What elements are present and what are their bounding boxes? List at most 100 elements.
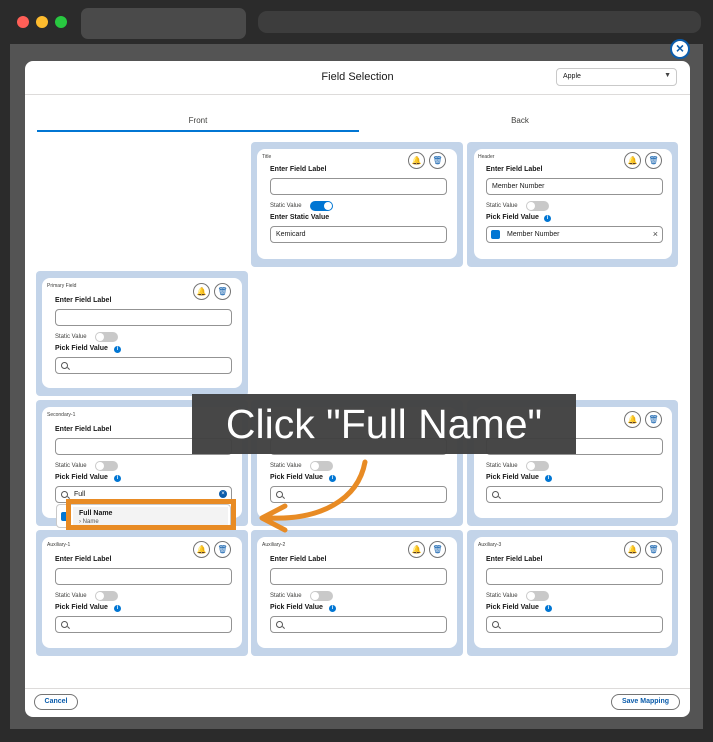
card-name: Auxiliary-3 xyxy=(478,542,502,548)
static-value-toggle[interactable] xyxy=(526,461,549,471)
auxiliary3-slot: Auxiliary-3 🔔 🗑 Enter Field Label Static… xyxy=(467,530,678,656)
title-card: Title 🔔 🗑 Enter Field Label Static Value… xyxy=(257,149,457,259)
static-value-toggle[interactable] xyxy=(310,461,333,471)
pick-field-heading: Pick Field Value xyxy=(55,604,108,611)
notify-button[interactable]: 🔔 xyxy=(193,541,210,558)
notify-button[interactable]: 🔔 xyxy=(624,152,641,169)
browser-titlebar xyxy=(0,0,713,44)
trash-icon: 🗑 xyxy=(648,415,659,424)
header-slot: Header 🔔 🗑 Enter Field Label Member Numb… xyxy=(467,142,678,267)
info-icon[interactable]: i xyxy=(114,475,121,482)
static-value-input[interactable]: Kemicard xyxy=(270,226,447,243)
field-label-heading: Enter Field Label xyxy=(55,426,112,433)
auxiliary2-slot: Auxiliary-2 🔔 🗑 Enter Field Label Static… xyxy=(251,530,463,656)
delete-button[interactable]: 🗑 xyxy=(645,152,662,169)
pick-field-search[interactable] xyxy=(270,616,447,633)
pick-field-search[interactable] xyxy=(55,357,232,374)
static-value-label: Static Value xyxy=(55,593,87,599)
platform-select-value: Apple xyxy=(563,73,581,80)
pick-field-search[interactable] xyxy=(486,486,663,503)
static-value-toggle[interactable] xyxy=(310,201,333,211)
notify-button[interactable]: 🔔 xyxy=(624,541,641,558)
static-value-toggle[interactable] xyxy=(526,591,549,601)
search-icon xyxy=(276,621,283,628)
trash-icon: 🗑 xyxy=(217,545,228,554)
card-name: Header xyxy=(478,154,495,160)
cancel-button[interactable]: Cancel xyxy=(34,694,78,710)
field-label-input[interactable] xyxy=(55,309,232,326)
info-icon[interactable]: i xyxy=(114,346,121,353)
info-icon[interactable]: i xyxy=(329,605,336,612)
static-value-toggle[interactable] xyxy=(526,201,549,211)
pick-field-heading: Pick Field Value xyxy=(270,474,323,481)
info-icon[interactable]: i xyxy=(329,475,336,482)
modal-header: Field Selection Apple ▼ xyxy=(25,61,690,95)
field-label-input[interactable] xyxy=(270,568,447,585)
tab-back[interactable]: Back xyxy=(359,113,681,132)
pick-field-search[interactable] xyxy=(270,486,447,503)
static-value-toggle[interactable] xyxy=(95,461,118,471)
static-value-toggle[interactable] xyxy=(310,591,333,601)
platform-select[interactable]: Apple ▼ xyxy=(556,68,677,86)
field-label-input[interactable] xyxy=(55,568,232,585)
search-icon xyxy=(492,491,499,498)
field-label-heading: Enter Field Label xyxy=(486,166,543,173)
notify-button[interactable]: 🔔 xyxy=(408,152,425,169)
remove-icon[interactable]: × xyxy=(653,229,658,239)
browser-tab[interactable] xyxy=(81,8,246,39)
address-bar[interactable] xyxy=(258,11,701,33)
static-value-label: Static Value xyxy=(486,203,518,209)
static-value-label: Static Value xyxy=(270,593,302,599)
pick-field-search[interactable] xyxy=(486,616,663,633)
trash-icon: 🗑 xyxy=(648,156,659,165)
info-icon[interactable]: i xyxy=(545,605,552,612)
delete-button[interactable]: 🗑 xyxy=(429,152,446,169)
pick-field-search[interactable] xyxy=(55,616,232,633)
clear-icon[interactable]: × xyxy=(219,490,227,498)
search-icon xyxy=(492,621,499,628)
static-value-toggle[interactable] xyxy=(95,332,118,342)
bell-icon: 🔔 xyxy=(627,156,638,165)
bell-icon: 🔔 xyxy=(196,545,207,554)
card-name: Auxiliary-1 xyxy=(47,542,71,548)
trash-icon: 🗑 xyxy=(648,545,659,554)
trash-icon: 🗑 xyxy=(217,287,228,296)
primary-slot: Primary Field 🔔 🗑 Enter Field Label Stat… xyxy=(36,271,248,396)
minimize-window-dot[interactable] xyxy=(36,16,48,28)
delete-button[interactable]: 🗑 xyxy=(645,541,662,558)
save-mapping-button[interactable]: Save Mapping xyxy=(611,694,680,710)
delete-button[interactable]: 🗑 xyxy=(214,283,231,300)
title-slot: Title 🔔 🗑 Enter Field Label Static Value… xyxy=(251,142,463,267)
field-label-input[interactable] xyxy=(270,178,447,195)
trash-icon: 🗑 xyxy=(432,545,443,554)
tab-front[interactable]: Front xyxy=(37,113,359,132)
highlight-box xyxy=(66,499,236,530)
field-label-input[interactable] xyxy=(486,568,663,585)
auxiliary3-card: Auxiliary-3 🔔 🗑 Enter Field Label Static… xyxy=(474,537,672,648)
trash-icon: 🗑 xyxy=(432,156,443,165)
field-label-heading: Enter Field Label xyxy=(55,297,112,304)
bell-icon: 🔔 xyxy=(411,156,422,165)
notify-button[interactable]: 🔔 xyxy=(408,541,425,558)
notify-button[interactable]: 🔔 xyxy=(193,283,210,300)
info-icon[interactable]: i xyxy=(544,215,551,222)
close-icon[interactable]: × xyxy=(670,39,690,59)
delete-button[interactable]: 🗑 xyxy=(645,411,662,428)
search-icon xyxy=(61,491,68,498)
static-value-label: Static Value xyxy=(486,593,518,599)
notify-button[interactable]: 🔔 xyxy=(624,411,641,428)
delete-button[interactable]: 🗑 xyxy=(429,541,446,558)
static-value-label: Static Value xyxy=(486,463,518,469)
pick-field-heading: Pick Field Value xyxy=(55,345,108,352)
static-value-toggle[interactable] xyxy=(95,591,118,601)
bell-icon: 🔔 xyxy=(411,545,422,554)
static-value-label: Static Value xyxy=(55,463,87,469)
field-label-input[interactable]: Member Number xyxy=(486,178,663,195)
maximize-window-dot[interactable] xyxy=(55,16,67,28)
info-icon[interactable]: i xyxy=(114,605,121,612)
info-icon[interactable]: i xyxy=(545,475,552,482)
delete-button[interactable]: 🗑 xyxy=(214,541,231,558)
pick-field-pill[interactable]: Member Number × xyxy=(486,226,663,243)
pick-field-heading: Pick Field Value xyxy=(486,214,539,221)
close-window-dot[interactable] xyxy=(17,16,29,28)
